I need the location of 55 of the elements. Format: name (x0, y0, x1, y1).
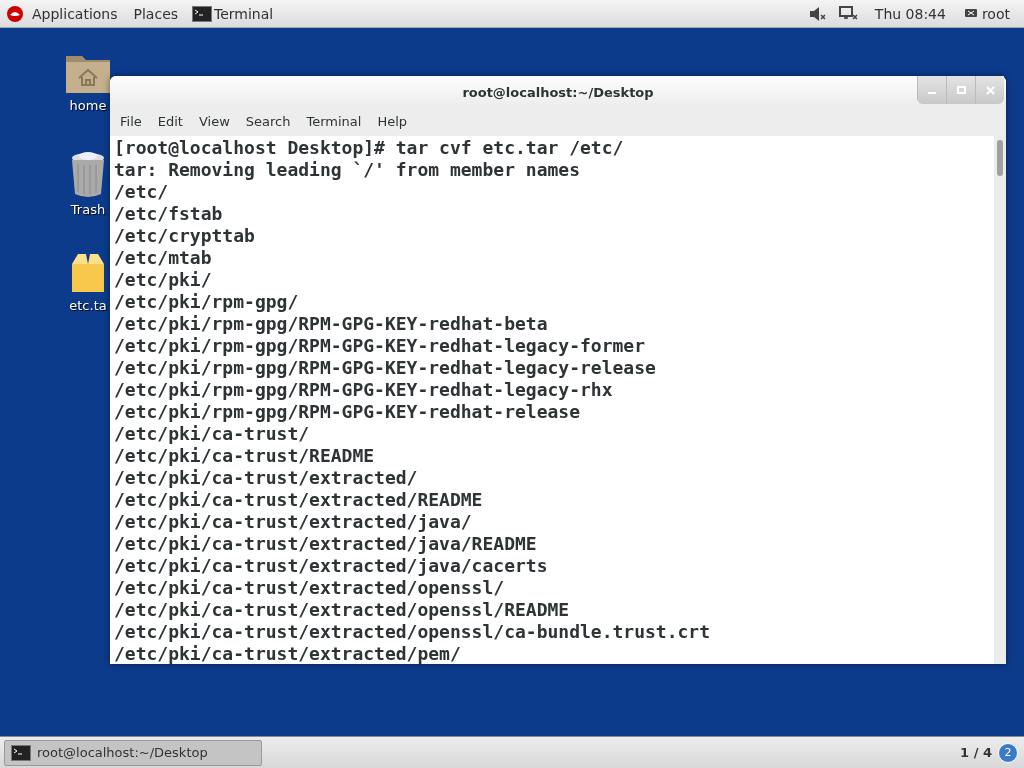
scrollbar[interactable] (994, 136, 1006, 664)
maximize-icon (956, 86, 966, 94)
terminal-line: /etc/mtab (114, 247, 213, 269)
maximize-button[interactable] (946, 76, 975, 104)
terminal-line: /etc/ (114, 181, 170, 203)
menu-item[interactable]: Edit (149, 114, 191, 129)
scrollbar-thumb[interactable] (997, 140, 1003, 176)
terminal-line: /etc/pki/ca-trust/extracted/ (114, 467, 419, 489)
menu-item[interactable]: File (112, 114, 150, 129)
menu-item[interactable]: View (190, 114, 238, 129)
menu-item[interactable]: Help (369, 114, 416, 129)
terminal-line: /etc/fstab (114, 203, 224, 225)
terminal-line: /etc/pki/ca-trust/extracted/openssl/README (114, 599, 571, 621)
volume-muted-icon[interactable] (808, 5, 827, 22)
desktop-icon-label[interactable]: home (69, 98, 107, 113)
window-title: root@localhost:~/Desktop (461, 84, 655, 100)
terminal-line: /etc/pki/rpm-gpg/RPM-GPG-KEY-redhat-release (114, 401, 581, 423)
terminal-icon (11, 744, 31, 761)
applications-menu[interactable]: Applications (24, 5, 126, 22)
places-menu[interactable]: Places (125, 5, 187, 22)
close-button[interactable] (975, 76, 1004, 104)
menu-item[interactable]: Terminal (298, 114, 370, 129)
desktop-icon-label[interactable]: Trash (70, 202, 106, 217)
terminal-line: /etc/pki/ca-trust/extracted/java/cacerts (114, 555, 549, 577)
terminal-line: /etc/pki/rpm-gpg/RPM-GPG-KEY-redhat-beta (114, 313, 549, 335)
terminal-line: /etc/pki/ (114, 269, 213, 291)
terminal-line: /etc/pki/rpm-gpg/RPM-GPG-KEY-redhat-legacy-rhx (114, 379, 614, 401)
notification-count[interactable]: 2 (998, 742, 1018, 763)
terminal-line: /etc/pki/rpm-gpg/RPM-GPG-KEY-redhat-legacy-release (114, 357, 657, 379)
terminal-line: /etc/crypttab (114, 225, 256, 247)
clock[interactable]: Thu 08:44 (866, 5, 954, 22)
terminal-line: /etc/pki/ca-trust/ (114, 423, 311, 445)
terminal-line: /etc/pki/ca-trust/extracted/java/README (114, 533, 538, 555)
terminal-line: [root@localhost Desktop]# tar cvf etc.tar /etc/ (114, 137, 625, 159)
desktop-icon-label[interactable]: etc.ta (69, 298, 107, 313)
terminal-line: /etc/pki/ca-trust/extracted/openssl/ (114, 577, 506, 599)
terminal-line: /etc/pki/ca-trust/extracted/README (114, 489, 484, 511)
terminal-line: tar: Removing leading `/' from member names (114, 159, 581, 181)
terminal-line: /etc/pki/ca-trust/extracted/java/ (114, 511, 473, 533)
taskbar-label: root@localhost:~/Desktop (37, 745, 208, 760)
terminal-icon (192, 5, 213, 22)
terminal-line: /etc/pki/ca-trust/extracted/pem/ (114, 643, 462, 664)
close-icon (985, 85, 995, 95)
minimize-button[interactable] (917, 76, 946, 104)
terminal-line: /etc/pki/ca-trust/README (114, 445, 376, 467)
workspace-indicator[interactable]: 1 / 4 (960, 745, 992, 760)
menu-item[interactable]: Search (237, 114, 299, 129)
taskbar-button[interactable]: root@localhost:~/Desktop (4, 739, 262, 766)
active-app-label[interactable]: Terminal (212, 5, 282, 22)
terminal-line: /etc/pki/rpm-gpg/RPM-GPG-KEY-redhat-legacy-former (114, 335, 646, 357)
archive-box-icon (70, 252, 106, 294)
terminal-line: /etc/pki/rpm-gpg/ (114, 291, 300, 313)
network-icon[interactable] (838, 5, 859, 22)
terminal-line: /etc/pki/ca-trust/extracted/openssl/ca-bundle.trust.crt (114, 621, 712, 643)
user-menu[interactable]: root (977, 5, 1018, 22)
